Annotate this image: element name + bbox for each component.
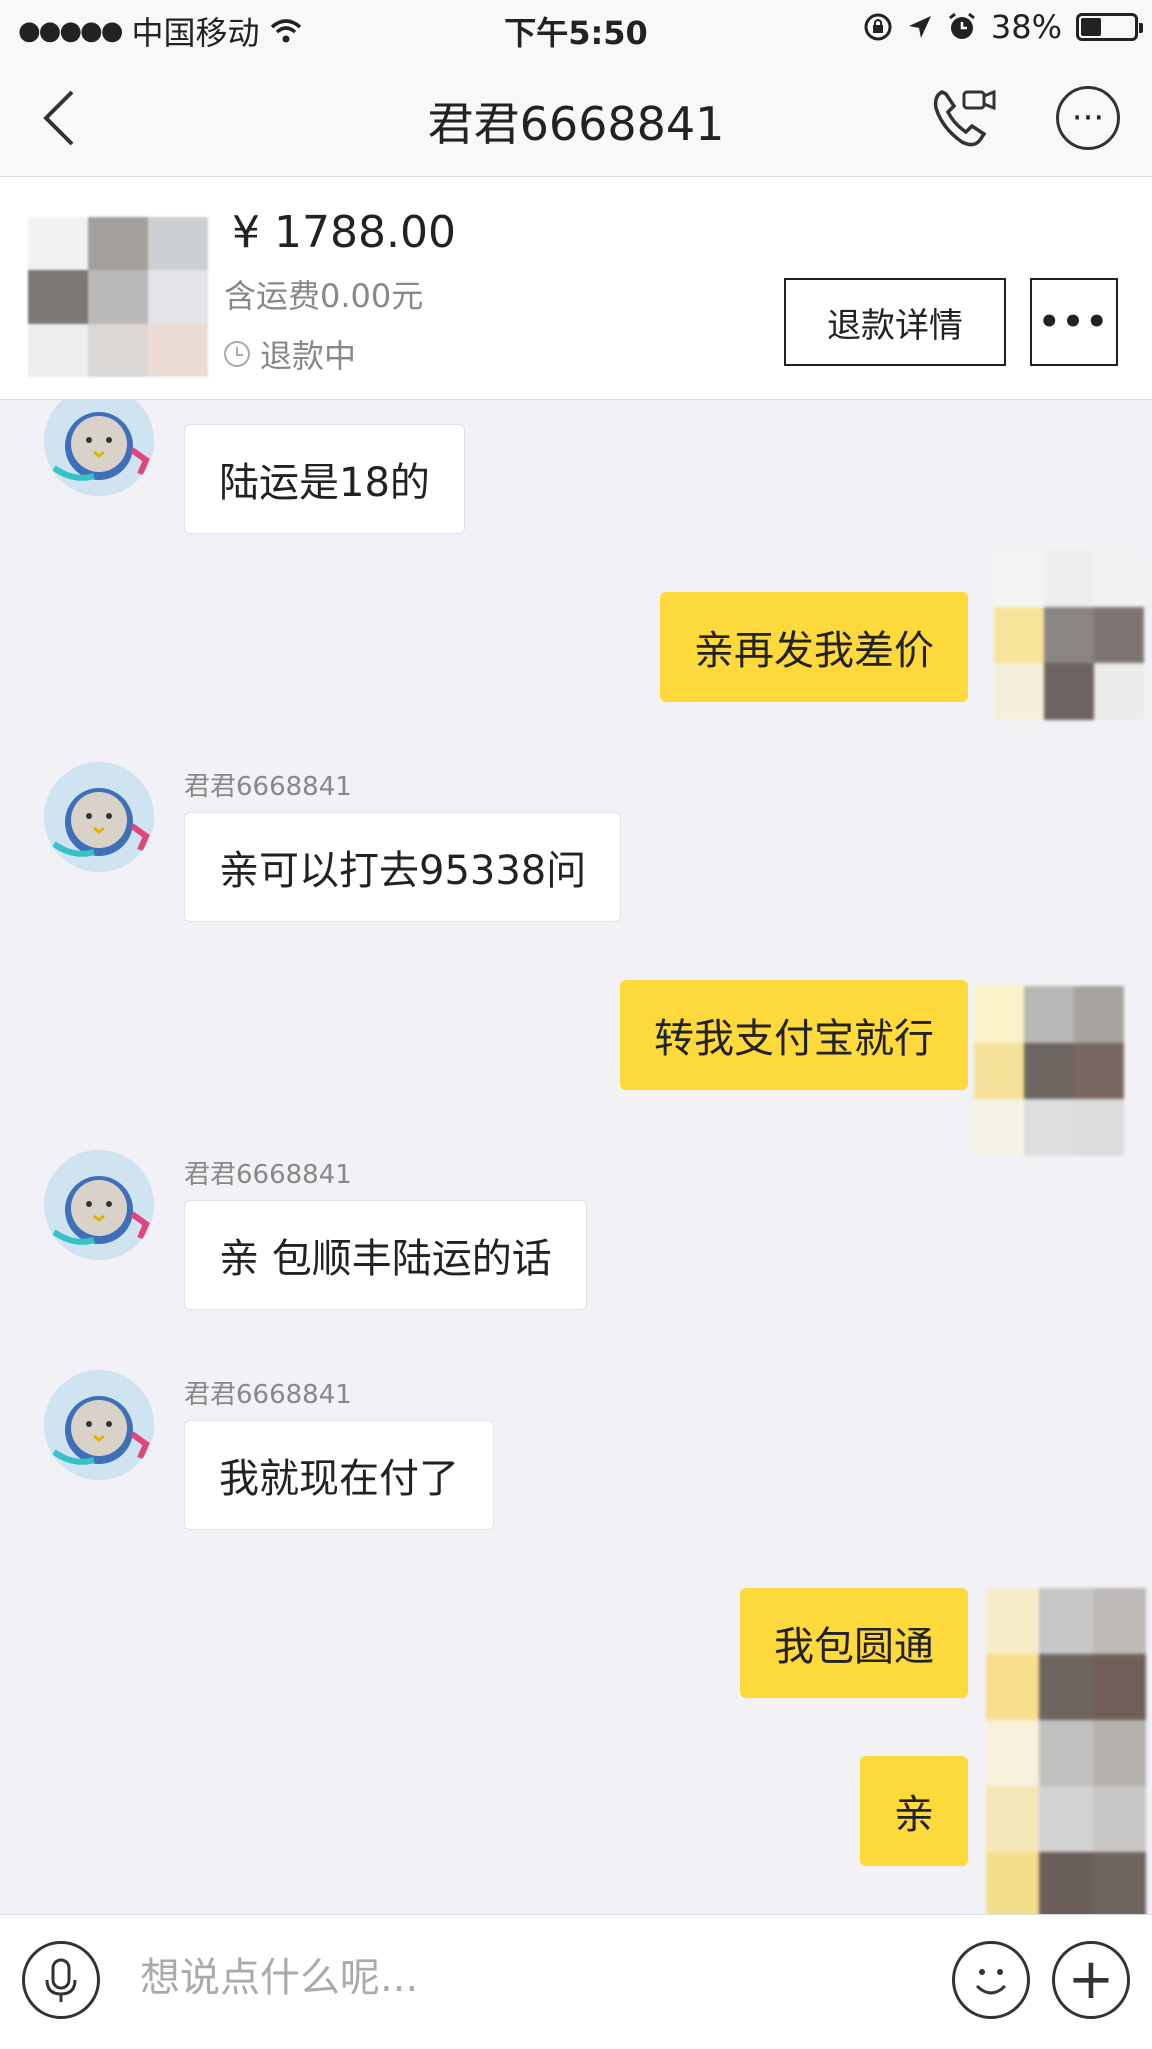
shipping-fee: 含运费0.00元 [224,277,424,315]
plus-icon: + [1067,1947,1115,2012]
sender-name: 君君6668841 [184,772,352,802]
cat-avatar-icon [44,762,154,872]
cat-avatar-icon [44,400,154,496]
contact-avatar[interactable] [44,1150,154,1260]
microphone-icon [45,1958,77,2002]
more-dots-icon: ··· [1071,98,1105,138]
more-options-button[interactable]: ··· [1056,86,1120,150]
phone-video-call-icon[interactable] [928,82,998,152]
battery-icon [1076,13,1143,41]
contact-avatar[interactable] [44,1370,154,1480]
input-bar: 想说点什么呢... + [0,1914,1152,2049]
message-bubble-outgoing[interactable]: 转我支付宝就行 [620,980,968,1090]
more-actions-plus-button[interactable]: + [1052,1941,1130,2019]
message-bubble-outgoing[interactable]: 亲再发我差价 [660,592,968,702]
contact-avatar[interactable] [44,762,154,872]
contact-avatar[interactable] [44,400,154,496]
message-bubble-outgoing[interactable]: 我包圆通 [740,1588,968,1698]
message-bubble-incoming[interactable]: 亲 包顺丰陆运的话 [184,1200,587,1310]
refund-details-button[interactable]: 退款详情 [784,278,1006,366]
chat-message-list[interactable]: 陆运是18的 亲再发我差价 君君6668841 亲可以打去95338问 转我支付… [0,400,1152,1914]
user-avatar[interactable] [986,1588,1146,1914]
battery-level [1081,18,1101,36]
message-bubble-incoming[interactable]: 亲可以打去95338问 [184,812,622,922]
nav-bar: 君君6668841 ··· [0,58,1152,177]
smiley-icon [975,1969,1007,1995]
product-thumbnail[interactable] [28,217,208,377]
order-status-label: 退款中 [260,337,357,375]
user-avatar[interactable] [994,550,1144,720]
message-bubble-incoming[interactable]: 陆运是18的 [184,424,465,534]
user-avatar[interactable] [974,986,1124,1156]
sender-name: 君君6668841 [184,1160,352,1190]
alarm-icon [948,12,975,39]
battery-percentage: 38% [990,8,1062,46]
message-input[interactable]: 想说点什么呢... [140,1945,418,2003]
location-arrow-icon [908,16,931,38]
order-price: ¥ 1788.00 [232,207,456,258]
order-card[interactable]: ¥ 1788.00 含运费0.00元 退款中 退款详情 ••• [0,177,1152,400]
status-right: 38% [863,8,1143,46]
status-bar: ●●●●● 中国移动 下午5:50 38% [0,0,1152,58]
sender-name: 君君6668841 [184,1380,352,1410]
cat-avatar-icon [44,1150,154,1260]
voice-input-button[interactable] [22,1941,100,2019]
cat-avatar-icon [44,1370,154,1480]
message-bubble-incoming[interactable]: 我就现在付了 [184,1420,494,1530]
order-more-button[interactable]: ••• [1030,278,1118,366]
clock-icon [224,341,250,367]
message-bubble-outgoing[interactable]: 亲 [860,1756,968,1866]
order-status: 退款中 [224,331,356,377]
rotation-lock-icon [864,13,892,41]
emoji-button[interactable] [952,1941,1030,2019]
